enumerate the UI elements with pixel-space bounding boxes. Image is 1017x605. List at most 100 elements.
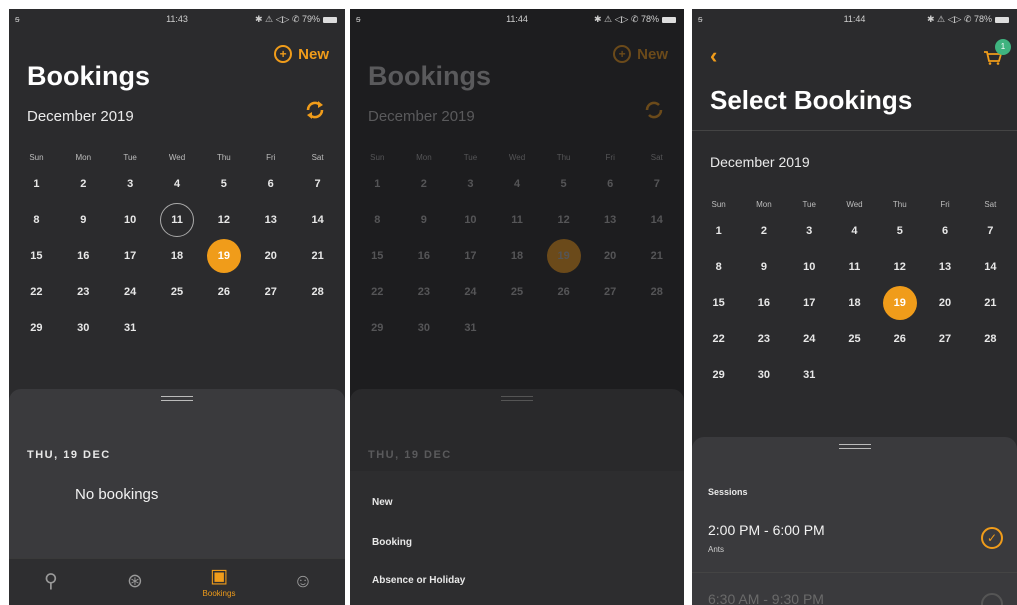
calendar-day[interactable]: 27	[922, 321, 967, 357]
calendar-day[interactable]: 2	[741, 213, 786, 249]
calendar-day[interactable]: 24	[447, 274, 494, 310]
calendar-day[interactable]: 14	[968, 249, 1013, 285]
calendar-day[interactable]: 23	[741, 321, 786, 357]
calendar-day[interactable]: 9	[401, 202, 448, 238]
calendar-day[interactable]: 23	[401, 274, 448, 310]
calendar-day[interactable]: 11	[832, 249, 877, 285]
calendar-day[interactable]: 22	[354, 274, 401, 310]
tab-bookings[interactable]: ▣ Bookings	[177, 559, 261, 605]
calendar-day[interactable]: 25	[832, 321, 877, 357]
refresh-icon[interactable]	[303, 98, 327, 122]
calendar-day[interactable]: 29	[354, 310, 401, 346]
calendar-day[interactable]: 23	[60, 274, 107, 310]
calendar-day[interactable]: 3	[107, 166, 154, 202]
calendar-day[interactable]: 18	[154, 238, 201, 274]
calendar-day[interactable]: 10	[447, 202, 494, 238]
calendar-day[interactable]: 5	[877, 213, 922, 249]
calendar-day[interactable]: 18	[832, 285, 877, 321]
calendar-day[interactable]: 28	[294, 274, 341, 310]
calendar-day[interactable]: 19	[877, 285, 922, 321]
calendar-day[interactable]: 15	[696, 285, 741, 321]
calendar-day[interactable]: 9	[741, 249, 786, 285]
calendar-day[interactable]: 20	[587, 238, 634, 274]
calendar-day[interactable]: 2	[401, 166, 448, 202]
calendar-day[interactable]: 19	[200, 238, 247, 274]
sheet-handle[interactable]	[161, 396, 193, 401]
calendar-day[interactable]: 6	[247, 166, 294, 202]
calendar-day[interactable]: 16	[60, 238, 107, 274]
calendar-day[interactable]: 17	[787, 285, 832, 321]
calendar-day[interactable]: 21	[633, 238, 680, 274]
calendar-day[interactable]: 8	[13, 202, 60, 238]
calendar-day[interactable]: 16	[401, 238, 448, 274]
calendar-day[interactable]: 13	[587, 202, 634, 238]
calendar-day[interactable]: 7	[633, 166, 680, 202]
calendar-day[interactable]: 22	[13, 274, 60, 310]
calendar-day[interactable]: 27	[247, 274, 294, 310]
calendar-day[interactable]: 25	[494, 274, 541, 310]
calendar-day[interactable]: 18	[494, 238, 541, 274]
calendar-day[interactable]: 7	[294, 166, 341, 202]
calendar-day[interactable]: 27	[587, 274, 634, 310]
calendar-day[interactable]: 30	[401, 310, 448, 346]
calendar-day[interactable]: 4	[154, 166, 201, 202]
calendar-day[interactable]: 20	[247, 238, 294, 274]
calendar-day[interactable]: 3	[787, 213, 832, 249]
calendar-day[interactable]: 12	[540, 202, 587, 238]
calendar-day[interactable]: 21	[968, 285, 1013, 321]
calendar-day[interactable]: 15	[13, 238, 60, 274]
calendar-day[interactable]: 12	[200, 202, 247, 238]
calendar-day[interactable]: 28	[968, 321, 1013, 357]
calendar-day[interactable]: 6	[922, 213, 967, 249]
menu-item-booking[interactable]: Booking	[372, 537, 412, 548]
calendar-day[interactable]: 11	[494, 202, 541, 238]
calendar-day[interactable]: 5	[200, 166, 247, 202]
calendar-day[interactable]: 30	[741, 357, 786, 393]
tab-explore[interactable]: ⚲	[9, 559, 93, 605]
calendar-day[interactable]: 25	[154, 274, 201, 310]
sheet-handle[interactable]	[838, 444, 871, 449]
calendar-day[interactable]: 10	[107, 202, 154, 238]
calendar-day[interactable]: 5	[540, 166, 587, 202]
calendar-day[interactable]: 1	[354, 166, 401, 202]
tab-activity[interactable]: ⊛	[93, 559, 177, 605]
calendar-day[interactable]: 31	[107, 310, 154, 346]
calendar-day[interactable]: 6	[587, 166, 634, 202]
calendar-day[interactable]: 9	[60, 202, 107, 238]
calendar-day[interactable]: 29	[696, 357, 741, 393]
checkmark-icon[interactable]: ✓	[981, 527, 1003, 549]
calendar-day[interactable]: 16	[741, 285, 786, 321]
calendar-day[interactable]: 30	[60, 310, 107, 346]
calendar-day[interactable]: 22	[696, 321, 741, 357]
calendar-day[interactable]: 17	[107, 238, 154, 274]
calendar-day[interactable]: 14	[633, 202, 680, 238]
calendar-day[interactable]: 31	[447, 310, 494, 346]
calendar-day[interactable]: 4	[494, 166, 541, 202]
calendar-day[interactable]: 24	[107, 274, 154, 310]
calendar-day[interactable]: 31	[787, 357, 832, 393]
bottom-sheet[interactable]	[692, 437, 1017, 605]
calendar-day[interactable]: 15	[354, 238, 401, 274]
calendar-day[interactable]: 12	[877, 249, 922, 285]
calendar-day[interactable]: 24	[787, 321, 832, 357]
calendar-day[interactable]: 17	[447, 238, 494, 274]
calendar-day[interactable]: 20	[922, 285, 967, 321]
calendar-day[interactable]: 4	[832, 213, 877, 249]
calendar-day[interactable]: 1	[13, 166, 60, 202]
calendar-day[interactable]: 26	[540, 274, 587, 310]
menu-item-absence[interactable]: Absence or Holiday	[372, 575, 465, 586]
calendar-day[interactable]: 11	[154, 202, 201, 238]
calendar-day[interactable]: 21	[294, 238, 341, 274]
menu-item-new[interactable]: New	[372, 497, 393, 508]
calendar-day[interactable]: 8	[354, 202, 401, 238]
calendar-day[interactable]: 10	[787, 249, 832, 285]
calendar-day[interactable]: 8	[696, 249, 741, 285]
calendar-day[interactable]: 3	[447, 166, 494, 202]
calendar-day[interactable]: 26	[877, 321, 922, 357]
back-button[interactable]: ‹	[710, 43, 717, 69]
calendar-day[interactable]: 19	[540, 238, 587, 274]
new-button[interactable]: + New	[274, 45, 329, 63]
tab-profile[interactable]: ☺	[261, 559, 345, 605]
calendar-day[interactable]: 13	[247, 202, 294, 238]
calendar-day[interactable]: 2	[60, 166, 107, 202]
